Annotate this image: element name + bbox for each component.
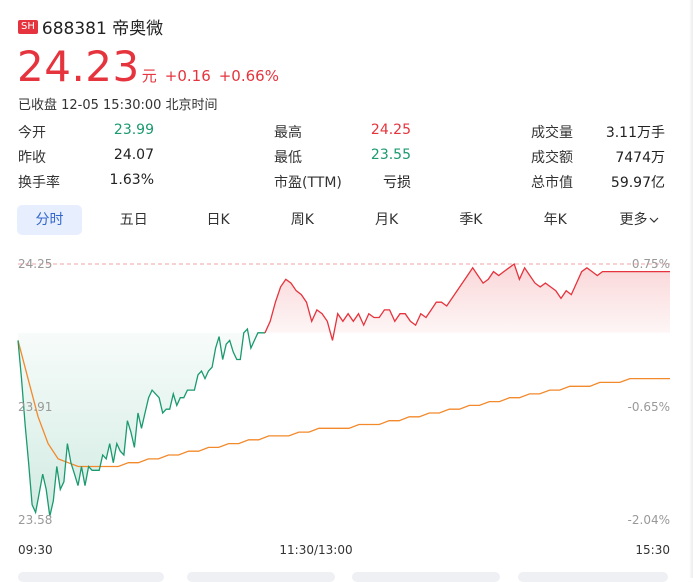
tab-3[interactable]: 周K	[270, 205, 335, 235]
tab-6[interactable]: 年K	[523, 205, 588, 235]
tab-label: 月K	[375, 212, 399, 228]
stat-value: 24.07	[113, 146, 154, 163]
bottom-card	[18, 572, 164, 582]
tab-7[interactable]: 更多	[607, 205, 672, 235]
y-left-tick-label: 23.91	[18, 400, 52, 414]
tab-label: 日K	[206, 212, 230, 228]
tab-label: 五日	[119, 212, 148, 228]
stat-cell: 成交额 7474万	[531, 147, 665, 167]
stat-label: 今开	[18, 124, 46, 141]
tab-label: 周K	[290, 212, 314, 228]
price-row: 24.23 元 +0.16 +0.66%	[17, 44, 279, 90]
stat-value: 7474万	[615, 149, 665, 166]
stat-cell: 最低 23.55	[274, 147, 411, 167]
stat-cell: 今开 23.99	[18, 122, 154, 142]
x-tick-label: 15:30	[635, 543, 670, 557]
stat-label: 总市值	[531, 174, 573, 191]
stat-value: 59.97亿	[610, 174, 665, 191]
stat-label: 最低	[274, 149, 302, 166]
stat-label: 成交额	[531, 149, 573, 166]
stats-grid: 今开 23.99 最高 24.25 成交量 3.11万手昨收 24.07 最低 23.55 成交额…	[18, 119, 670, 194]
stock-header: SH 688381 帝奥微	[18, 14, 163, 39]
bottom-card	[352, 572, 500, 582]
price-change: +0.16	[164, 67, 211, 85]
chevron-down-icon	[650, 217, 659, 223]
price-unit: 元	[141, 67, 157, 85]
current-price: 24.23	[17, 42, 140, 91]
stat-label: 最高	[274, 124, 302, 141]
stat-label: 昨收	[18, 149, 46, 166]
y-right-tick-label: -0.65%	[628, 400, 670, 414]
x-tick-label: 09:30	[18, 543, 53, 557]
stat-value: 亏损	[383, 174, 411, 191]
exchange-badge: SH	[18, 19, 38, 34]
stat-value: 24.25	[370, 121, 411, 138]
y-right-tick-label: 0.75%	[632, 257, 670, 271]
tab-label: 季K	[459, 212, 483, 228]
stat-value: 3.11万手	[605, 124, 665, 141]
stat-row: 昨收 24.07 最低 23.55 成交额 7474万	[18, 144, 670, 169]
stat-value: 23.99	[113, 121, 154, 138]
tab-0[interactable]: 分时	[17, 205, 82, 235]
price-change-pct: +0.66%	[218, 67, 279, 85]
stat-cell: 成交量 3.11万手	[531, 122, 665, 142]
tab-label: 年K	[543, 212, 567, 228]
tab-1[interactable]: 五日	[101, 205, 166, 235]
tab-2[interactable]: 日K	[186, 205, 251, 235]
tab-4[interactable]: 月K	[354, 205, 419, 235]
y-left-tick-label: 24.25	[18, 257, 52, 271]
stat-cell: 总市值 59.97亿	[531, 172, 665, 192]
tab-5[interactable]: 季K	[438, 205, 503, 235]
bottom-card	[518, 572, 668, 582]
market-status: 已收盘 12-05 15:30:00 北京时间	[18, 98, 218, 113]
stat-value: 1.63%	[109, 171, 154, 188]
y-right-tick-label: -2.04%	[628, 513, 670, 527]
intraday-chart: 24.25 0.75% 23.91 -0.65% 23.58 -2.04% 09:30 11:…	[17, 257, 670, 557]
y-left-tick-label: 23.58	[18, 513, 52, 527]
stock-title: 688381 帝奥微	[41, 19, 164, 39]
stat-cell: 昨收 24.07	[18, 147, 154, 167]
stat-cell: 换手率 1.63%	[18, 172, 154, 192]
tab-label: 分时	[35, 212, 64, 228]
stat-label: 换手率	[18, 174, 60, 191]
stat-label: 市盈(TTM)	[274, 174, 342, 191]
stat-cell: 市盈(TTM) 亏损	[274, 172, 411, 192]
tab-label: 更多	[619, 212, 648, 228]
stat-label: 成交量	[531, 124, 573, 141]
period-tabs: 分时 五日 日K 周K 月K 季K 年K 更多	[17, 205, 672, 235]
stock-quote-page: SH 688381 帝奥微 24.23 元 +0.16 +0.66% 已收盘 1…	[0, 0, 693, 582]
stat-cell: 最高 24.25	[274, 122, 411, 142]
x-tick-label: 11:30/13:00	[279, 543, 352, 557]
bottom-card	[187, 572, 335, 582]
stat-row: 今开 23.99 最高 24.25 成交量 3.11万手	[18, 119, 670, 144]
stat-row: 换手率 1.63% 市盈(TTM) 亏损 总市值 59.97亿	[18, 169, 670, 194]
stat-value: 23.55	[370, 146, 411, 163]
